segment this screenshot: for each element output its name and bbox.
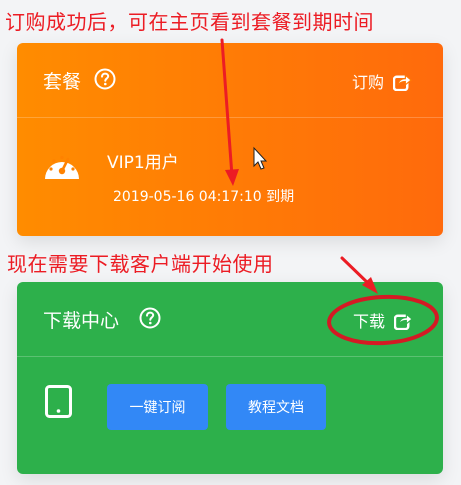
mouse-cursor-icon	[253, 146, 268, 170]
annotation-arrow-down	[220, 38, 239, 186]
annotation-arrow-to-download	[340, 256, 378, 294]
annotation-overlay	[220, 38, 439, 346]
annotation-circle	[327, 294, 439, 346]
